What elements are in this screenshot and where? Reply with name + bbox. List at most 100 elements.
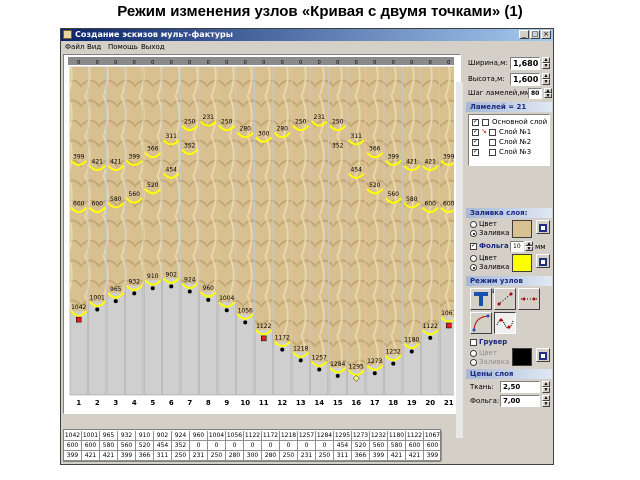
table-cell[interactable]: 250 xyxy=(208,451,226,461)
layer-checkbox-2[interactable]: ✓ xyxy=(472,139,479,146)
layer-name-0[interactable]: Основной слой xyxy=(492,117,547,127)
fill-picker-icon[interactable] xyxy=(536,220,550,234)
table-cell[interactable]: 311 xyxy=(154,451,172,461)
foil-color-radio[interactable] xyxy=(470,255,477,262)
fill-swatch[interactable] xyxy=(512,220,532,238)
table-cell[interactable]: 520 xyxy=(352,441,370,451)
table-cell[interactable]: 421 xyxy=(388,451,406,461)
table-cell[interactable]: 0 xyxy=(226,441,244,451)
table-cell[interactable]: 965 xyxy=(100,431,118,441)
table-cell[interactable]: 1232 xyxy=(370,431,388,441)
mode-t-shape-icon[interactable] xyxy=(470,288,492,310)
layer-lock-checkbox-1[interactable] xyxy=(489,129,496,136)
table-cell[interactable]: 1122 xyxy=(406,431,424,441)
mode-level-icon[interactable] xyxy=(518,288,540,310)
gruver-picker-icon[interactable] xyxy=(536,348,550,362)
menu-view[interactable]: Вид xyxy=(87,42,101,53)
width-input[interactable]: 1,680 xyxy=(510,57,540,70)
layer-lock-checkbox-0[interactable] xyxy=(482,119,489,126)
table-cell[interactable]: 366 xyxy=(136,451,154,461)
table-cell[interactable]: 300 xyxy=(244,451,262,461)
table-cell[interactable]: 352 xyxy=(172,441,190,451)
table-cell[interactable]: 454 xyxy=(154,441,172,451)
fill-texture-radio[interactable] xyxy=(470,230,477,237)
foil-picker-icon[interactable] xyxy=(536,254,550,268)
step-input[interactable]: 80 xyxy=(528,88,542,99)
table-cell[interactable]: 1180 xyxy=(388,431,406,441)
table-cell[interactable]: 1218 xyxy=(280,431,298,441)
table-cell[interactable]: 520 xyxy=(136,441,154,451)
table-cell[interactable]: 399 xyxy=(118,451,136,461)
step-spinner[interactable]: ▲ ▼ xyxy=(544,88,552,99)
table-cell[interactable]: 902 xyxy=(154,431,172,441)
table-cell[interactable]: 421 xyxy=(100,451,118,461)
table-cell[interactable]: 454 xyxy=(334,441,352,451)
table-cell[interactable]: 0 xyxy=(190,441,208,451)
table-cell[interactable]: 1172 xyxy=(262,431,280,441)
layer-name-2[interactable]: Слой №2 xyxy=(499,137,531,147)
table-cell[interactable]: 421 xyxy=(82,451,100,461)
fabric-price-input[interactable]: 2,50 xyxy=(500,381,540,393)
layer-lock-checkbox-2[interactable] xyxy=(489,139,496,146)
foil-width-input[interactable]: 10 xyxy=(510,241,524,252)
table-cell[interactable]: 1273 xyxy=(352,431,370,441)
mode-curve-icon[interactable] xyxy=(470,312,492,334)
table-cell[interactable]: 231 xyxy=(190,451,208,461)
table-cell[interactable]: 960 xyxy=(190,431,208,441)
layers-list[interactable]: ✓ Основной слой ✓ ↘ Слой №1 ✓ Слой №2 ✓ … xyxy=(468,114,550,166)
table-cell[interactable]: 1122 xyxy=(244,431,262,441)
foil-checkbox[interactable]: ✓ xyxy=(470,243,477,250)
table-cell[interactable]: 932 xyxy=(118,431,136,441)
values-table[interactable]: 1042 1001 965 932 910 902 924 960 1004 1056 1122 11… xyxy=(63,429,442,462)
table-cell[interactable]: 399 xyxy=(424,451,442,461)
table-cell[interactable]: 0 xyxy=(208,441,226,451)
table-cell[interactable]: 1004 xyxy=(208,431,226,441)
layer-name-1[interactable]: Слой №1 xyxy=(499,127,531,137)
sketch-canvas[interactable]: 0 1 0 2 0 3 0 4 0 5 0 6 0 7 0 8 0 9 0 10 0 11 0 12 0 13 0 14 0 15 0 16 0… xyxy=(63,54,463,438)
maximize-button[interactable]: □ xyxy=(530,30,540,39)
table-cell[interactable]: 0 xyxy=(262,441,280,451)
table-cell[interactable]: 1067 xyxy=(424,431,442,441)
fabric-price-spinner[interactable]: ▲ ▼ xyxy=(542,381,550,393)
table-cell[interactable]: 1257 xyxy=(298,431,316,441)
table-cell[interactable]: 399 xyxy=(370,451,388,461)
foil-swatch[interactable] xyxy=(512,254,532,272)
gruver-texture-radio[interactable] xyxy=(470,359,477,366)
table-cell[interactable]: 580 xyxy=(100,441,118,451)
vertical-scrollbar[interactable] xyxy=(456,82,463,438)
table-cell[interactable]: 0 xyxy=(316,441,334,451)
table-cell[interactable]: 250 xyxy=(172,451,190,461)
table-cell[interactable]: 1001 xyxy=(82,431,100,441)
table-cell[interactable]: 1295 xyxy=(334,431,352,441)
table-cell[interactable]: 910 xyxy=(136,431,154,441)
height-spinner[interactable]: ▲ ▼ xyxy=(542,73,550,86)
layer-checkbox-3[interactable]: ✓ xyxy=(472,149,479,156)
table-cell[interactable]: 924 xyxy=(172,431,190,441)
table-cell[interactable]: 311 xyxy=(334,451,352,461)
table-cell[interactable]: 1284 xyxy=(316,431,334,441)
table-cell[interactable]: 600 xyxy=(82,441,100,451)
table-cell[interactable]: 600 xyxy=(64,441,82,451)
gruver-color-radio[interactable] xyxy=(470,350,477,357)
layer-lock-checkbox-3[interactable] xyxy=(489,149,496,156)
width-spinner[interactable]: ▲ ▼ xyxy=(542,57,550,70)
table-cell[interactable]: 250 xyxy=(280,451,298,461)
table-cell[interactable]: 421 xyxy=(406,451,424,461)
table-cell[interactable]: 560 xyxy=(370,441,388,451)
table-cell[interactable]: 600 xyxy=(406,441,424,451)
table-cell[interactable]: 0 xyxy=(244,441,262,451)
table-cell[interactable]: 1042 xyxy=(64,431,82,441)
layer-checkbox-1[interactable]: ✓ xyxy=(472,129,479,136)
foil-texture-radio[interactable] xyxy=(470,264,477,271)
menu-file[interactable]: Файл xyxy=(65,42,84,53)
table-cell[interactable]: 366 xyxy=(352,451,370,461)
foil-width-spinner[interactable]: ▲ ▼ xyxy=(525,241,533,252)
table-cell[interactable]: 399 xyxy=(64,451,82,461)
mode-two-point-curve-icon[interactable] xyxy=(494,312,516,334)
table-cell[interactable]: 560 xyxy=(118,441,136,451)
layer-name-3[interactable]: Слой №3 xyxy=(499,147,531,157)
close-button[interactable]: × xyxy=(541,30,551,39)
table-cell[interactable]: 580 xyxy=(388,441,406,451)
menu-help[interactable]: Помощь xyxy=(108,42,138,53)
table-cell[interactable]: 231 xyxy=(298,451,316,461)
